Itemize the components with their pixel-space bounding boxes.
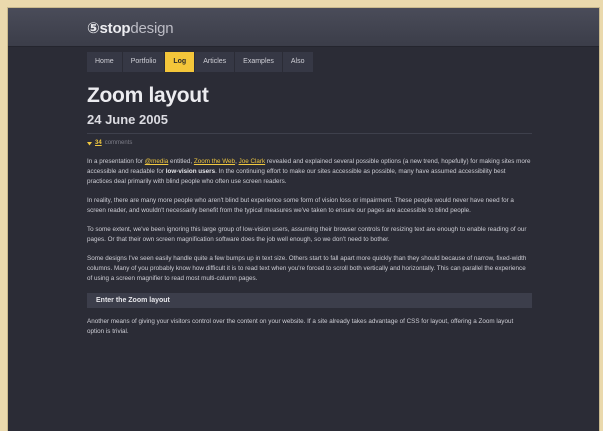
- text-run: entitled,: [168, 158, 194, 165]
- logo-text-light: design: [130, 20, 174, 37]
- comments-count: 34: [95, 140, 102, 146]
- emphasis-low-vision-users: low-vision users: [165, 168, 216, 175]
- nav-item-portfolio[interactable]: Portfolio: [122, 52, 166, 72]
- paragraph-5: Another means of giving your visitors co…: [87, 318, 514, 335]
- paragraph-3: To some extent, we've been ignoring this…: [87, 226, 527, 243]
- logo-text-bold: stop: [99, 20, 131, 37]
- page-title: Zoom layout: [87, 84, 209, 107]
- paragraph-4: Some designs I've seen easily handle qui…: [87, 255, 527, 282]
- link-joe-clark[interactable]: Joe Clark: [239, 158, 266, 165]
- browser-viewport: ⑤stopdesign Home Portfolio Log Articles …: [8, 8, 599, 431]
- comments-link[interactable]: 34 comments: [87, 138, 532, 148]
- text-run: In a presentation for: [87, 158, 145, 165]
- paragraph-2: In reality, there are many more people w…: [87, 197, 514, 214]
- main-content: Home Portfolio Log Articles Examples Als…: [87, 46, 532, 337]
- nav-item-examples[interactable]: Examples: [235, 52, 283, 72]
- paragraph-1: In a presentation for @media entitled, Z…: [87, 157, 532, 187]
- nav-item-also[interactable]: Also: [282, 52, 314, 72]
- post-date: 24 June 2005: [87, 112, 168, 127]
- link-atmedia[interactable]: @media: [145, 158, 169, 165]
- link-zoom-the-web[interactable]: Zoom the Web: [194, 158, 235, 165]
- site-header: ⑤stopdesign: [8, 8, 599, 47]
- site-nav: Home Portfolio Log Articles Examples Als…: [87, 52, 532, 72]
- site-logo[interactable]: ⑤stopdesign: [87, 19, 174, 37]
- nav-item-log[interactable]: Log: [165, 52, 196, 72]
- section-heading: Enter the Zoom layout: [87, 293, 532, 308]
- nav-item-articles[interactable]: Articles: [195, 52, 236, 72]
- nav-item-home[interactable]: Home: [87, 52, 123, 72]
- logo-mark-icon: ⑤: [87, 20, 100, 37]
- arrow-down-icon: [87, 141, 92, 145]
- comments-label: comments: [104, 140, 133, 146]
- divider: [87, 133, 532, 134]
